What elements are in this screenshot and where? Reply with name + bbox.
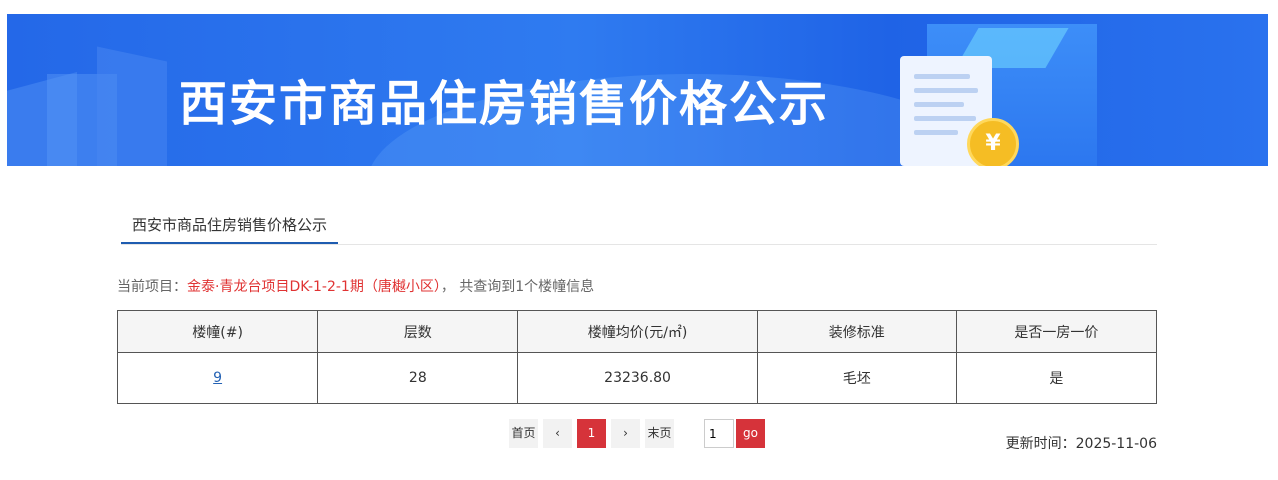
banner-building-shape xyxy=(97,46,167,166)
update-time: 更新时间：2025-11-06 xyxy=(1006,433,1157,453)
project-name: 金泰·青龙台项目DK-1-2-1期（唐樾小区） xyxy=(187,279,441,295)
building-table: 楼幢(#) 层数 楼幢均价(元/㎡) 装修标准 是否一房一价 9 28 2323… xyxy=(116,310,1158,404)
tab-bar: 西安市商品住房销售价格公示 xyxy=(121,206,1157,245)
table-row: 9 28 23236.80 毛坯 是 xyxy=(116,352,1158,404)
column-header-decoration: 装修标准 xyxy=(756,310,957,353)
cell-building: 9 xyxy=(116,352,319,404)
cell-floors: 28 xyxy=(317,352,519,404)
last-page-button[interactable]: 末页 xyxy=(645,419,674,448)
page-1-button[interactable]: 1 xyxy=(577,419,606,448)
column-header-avg-price: 楼幢均价(元/㎡) xyxy=(517,310,758,353)
project-info-prefix: 当前项目： xyxy=(117,279,187,295)
banner-title: 西安市商品住房销售价格公示 xyxy=(179,76,830,132)
cell-avg-price: 23236.80 xyxy=(517,352,758,404)
next-page-button[interactable]: › xyxy=(611,419,640,448)
update-time-date: 2025-11-06 xyxy=(1075,436,1157,452)
building-link[interactable]: 9 xyxy=(213,370,222,386)
prev-page-button[interactable]: ‹ xyxy=(543,419,572,448)
go-button[interactable]: go xyxy=(736,419,765,448)
column-header-floors: 层数 xyxy=(317,310,519,353)
page-jump-input[interactable] xyxy=(704,419,734,448)
column-header-one-price: 是否一房一价 xyxy=(955,310,1158,353)
project-info: 当前项目：金泰·青龙台项目DK-1-2-1期（唐樾小区）， 共查询到1个楼幢信息 xyxy=(117,276,594,296)
update-time-label: 更新时间： xyxy=(1005,436,1076,452)
first-page-button[interactable]: 首页 xyxy=(509,419,538,448)
cell-decoration: 毛坯 xyxy=(756,352,957,404)
table-header-row: 楼幢(#) 层数 楼幢均价(元/㎡) 装修标准 是否一房一价 xyxy=(116,310,1158,353)
cell-one-price: 是 xyxy=(955,352,1158,404)
column-header-building: 楼幢(#) xyxy=(116,310,319,353)
yen-coin-icon: ¥ xyxy=(967,118,1019,166)
tab-price-announcement[interactable]: 西安市商品住房销售价格公示 xyxy=(121,206,339,244)
header-banner: ¥ 西安市商品住房销售价格公示 xyxy=(7,14,1268,166)
project-info-suffix: ， 共查询到1个楼幢信息 xyxy=(440,279,595,295)
